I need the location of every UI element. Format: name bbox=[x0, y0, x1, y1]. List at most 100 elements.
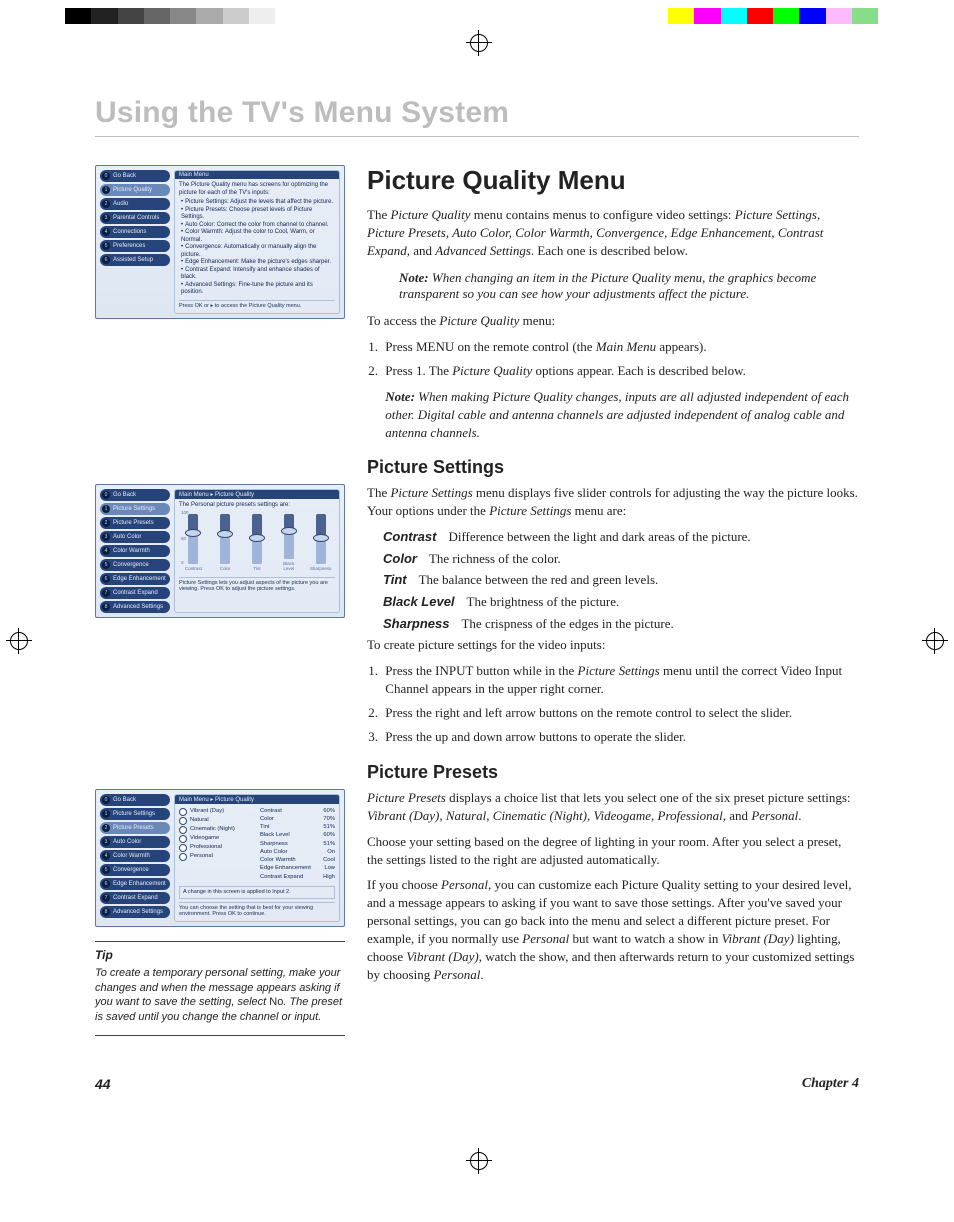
screenshot-picture-presets: 0Go Back 1Picture Settings 2Picture Preset… bbox=[95, 789, 345, 927]
panel2-info-line: The Personal picture presets settings ar… bbox=[179, 502, 335, 510]
nav-pill: 8Advanced Settings bbox=[100, 601, 170, 613]
slider: Black Level bbox=[281, 514, 297, 572]
registration-mark-icon bbox=[926, 632, 944, 650]
access-steps: Press MENU on the remote control (the Ma… bbox=[381, 338, 859, 442]
nav-pill: 5Convergence bbox=[100, 864, 170, 876]
panel1-footer: Press OK or ▸ to access the Picture Qual… bbox=[179, 300, 335, 309]
screenshot-main-menu: 0Go Back1Picture Quality2Audio3Parental … bbox=[95, 165, 345, 319]
nav-pill: 4Color Warmth bbox=[100, 850, 170, 862]
nav-pill: 6Assisted Setup bbox=[100, 254, 170, 266]
intro-paragraph: The Picture Quality menu contains menus … bbox=[367, 206, 859, 260]
nav-pill: 7Contrast Expand bbox=[100, 892, 170, 904]
preset-value-row: Color70% bbox=[260, 816, 335, 823]
page-footer: 44 Chapter 4 bbox=[95, 1076, 859, 1092]
tip-heading: Tip bbox=[95, 948, 345, 962]
preset-value-row: Contrast ExpandHigh bbox=[260, 874, 335, 881]
color-bar-left bbox=[65, 8, 275, 24]
preset-value-row: Contrast60% bbox=[260, 808, 335, 815]
preset-option: Cinematic (Night) bbox=[179, 826, 254, 834]
pp-p1: Picture Presets displays a choice list t… bbox=[367, 789, 859, 825]
slider: Tint bbox=[249, 514, 265, 572]
panel1-breadcrumb: Main Menu bbox=[175, 171, 339, 179]
pp-p2: Choose your setting based on the degree … bbox=[367, 833, 859, 869]
panel1-bullet: Advanced Settings: Fine-tune the picture… bbox=[181, 282, 335, 297]
panel1-bullet: Convergence: Automatically or manually a… bbox=[181, 244, 335, 259]
preset-value-row: Black Level60% bbox=[260, 832, 335, 839]
nav-pill: 1Picture Settings bbox=[100, 808, 170, 820]
nav-pill: 0Go Back bbox=[100, 794, 170, 806]
nav-pill: 5Preferences bbox=[100, 240, 170, 252]
panel3-footer: You can choose the setting that is best … bbox=[179, 902, 335, 917]
nav-pill: 2Picture Presets bbox=[100, 517, 170, 529]
def-black-level: Black LevelThe brightness of the picture… bbox=[383, 593, 859, 611]
nav-pill: 3Auto Color bbox=[100, 531, 170, 543]
nav-pill: 3Auto Color bbox=[100, 836, 170, 848]
panel1-bullet: Auto Color: Correct the color from chann… bbox=[181, 222, 335, 230]
note-1: Note: When changing an item in the Pictu… bbox=[399, 270, 859, 302]
preset-option: Professional bbox=[179, 844, 254, 852]
nav-pill: 2Audio bbox=[100, 198, 170, 210]
content: Using the TV's Menu System 0Go Back1Pict… bbox=[0, 40, 954, 1152]
panel1-bullet: Color Warmth: Adjust the color to Cool, … bbox=[181, 229, 335, 244]
divider bbox=[95, 136, 859, 137]
ps-paragraph: The Picture Settings menu displays five … bbox=[367, 484, 859, 520]
preset-value-row: Sharpness51% bbox=[260, 841, 335, 848]
chapter-label: Chapter 4 bbox=[802, 1076, 859, 1092]
panel1-info-line: The Picture Quality menu has screens for… bbox=[179, 182, 335, 197]
panel2-breadcrumb: Main Menu ▸ Picture Quality bbox=[175, 490, 339, 499]
def-tint: TintThe balance between the red and gree… bbox=[383, 571, 859, 589]
nav-pill: 5Convergence bbox=[100, 559, 170, 571]
preset-value-row: Color WarmthCool bbox=[260, 857, 335, 864]
color-bar-right bbox=[668, 8, 878, 24]
left-column: 0Go Back1Picture Quality2Audio3Parental … bbox=[95, 165, 345, 484]
panel2-footer: Picture Settings lets you adjust aspects… bbox=[179, 577, 335, 592]
pp-p3: If you choose Personal, you can customiz… bbox=[367, 876, 859, 984]
nav-pill: 4Color Warmth bbox=[100, 545, 170, 557]
nav-pill: 8Advanced Settings bbox=[100, 906, 170, 918]
nav-pill: 4Connections bbox=[100, 226, 170, 238]
preset-option: Videogame bbox=[179, 835, 254, 843]
def-color: ColorThe richness of the color. bbox=[383, 550, 859, 568]
access-line: To access the Picture Quality menu: bbox=[367, 312, 859, 330]
nav-pill: 0Go Back bbox=[100, 170, 170, 182]
def-contrast: ContrastDifference between the light and… bbox=[383, 528, 859, 546]
registration-mark-icon bbox=[470, 1152, 488, 1170]
preset-option: Personal bbox=[179, 853, 254, 861]
preset-value-row: Edge EnhancementLow bbox=[260, 865, 335, 872]
right-column: Picture Quality Menu The Picture Quality… bbox=[367, 165, 859, 484]
top-print-marks bbox=[0, 0, 954, 40]
nav-pill: 0Go Back bbox=[100, 489, 170, 501]
registration-mark-icon bbox=[10, 632, 28, 650]
panel1-bullet: Contrast Expand: Intensify and enhance s… bbox=[181, 267, 335, 282]
nav-pill: 6Edge Enhancement bbox=[100, 878, 170, 890]
page: Using the TV's Menu System 0Go Back1Pict… bbox=[0, 0, 954, 1222]
slider: Color bbox=[217, 514, 233, 572]
preset-value-row: Auto ColorOn bbox=[260, 849, 335, 856]
panel1-bullet: Edge Enhancement: Make the picture's edg… bbox=[181, 259, 335, 267]
nav-pill: 3Parental Controls bbox=[100, 212, 170, 224]
nav-pill: 2Picture Presets bbox=[100, 822, 170, 834]
h2-picture-presets: Picture Presets bbox=[367, 762, 859, 783]
panel3-note1: A change in this screen is applied to In… bbox=[179, 886, 335, 899]
tip-divider bbox=[95, 941, 345, 942]
ps-steps: Press the INPUT button while in the Pict… bbox=[381, 662, 859, 746]
panel1-bullet: Picture Presets: Choose preset levels of… bbox=[181, 207, 335, 222]
panel1-bullet: Picture Settings: Adjust the levels that… bbox=[181, 199, 335, 207]
screenshot-picture-settings: 0Go Back 1Picture Settings 2Picture Preset… bbox=[95, 484, 345, 618]
tip-divider-bottom bbox=[95, 1035, 345, 1036]
preset-option: Natural bbox=[179, 817, 254, 825]
h2-picture-settings: Picture Settings bbox=[367, 457, 859, 478]
bottom-print-marks bbox=[0, 1152, 954, 1200]
nav-pill: 1Picture Settings bbox=[100, 503, 170, 515]
preset-value-row: Tint51% bbox=[260, 824, 335, 831]
slider: Contrast bbox=[185, 514, 201, 572]
page-number: 44 bbox=[95, 1076, 111, 1092]
registration-mark-icon bbox=[470, 34, 488, 52]
nav-pill: 7Contrast Expand bbox=[100, 587, 170, 599]
def-sharpness: SharpnessThe crispness of the edges in t… bbox=[383, 615, 859, 633]
panel3-breadcrumb: Main Menu ▸ Picture Quality bbox=[175, 795, 339, 804]
nav-pill: 6Edge Enhancement bbox=[100, 573, 170, 585]
chapter-heading: Using the TV's Menu System bbox=[95, 96, 859, 130]
preset-option: Vibrant (Day) bbox=[179, 808, 254, 816]
slider: Sharpness bbox=[313, 514, 329, 572]
